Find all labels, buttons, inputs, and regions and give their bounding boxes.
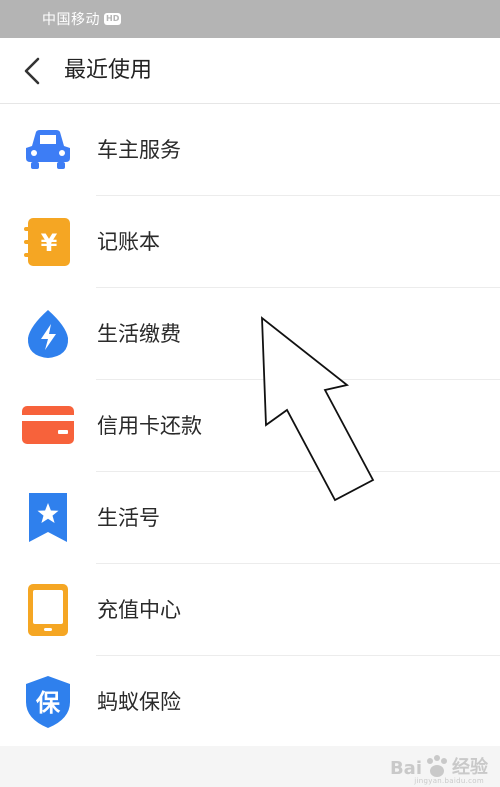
list-item-credit-card-repayment[interactable]: 信用卡还款 bbox=[0, 380, 500, 472]
credit-card-icon bbox=[22, 406, 74, 444]
watermark-text-left: Bai bbox=[389, 758, 422, 779]
item-label: 记账本 bbox=[97, 230, 160, 254]
watermark-url: jingyan.baidu.com bbox=[414, 777, 484, 785]
car-icon bbox=[26, 130, 70, 169]
item-label: 信用卡还款 bbox=[97, 414, 202, 438]
page-title: 最近使用 bbox=[64, 58, 153, 83]
status-bar: 中国移动 HD bbox=[0, 0, 500, 38]
tablet-icon bbox=[28, 584, 68, 636]
item-label: 车主服务 bbox=[97, 138, 181, 162]
paw-icon bbox=[427, 755, 447, 777]
svg-text:¥: ¥ bbox=[41, 229, 58, 257]
list-item-account-book[interactable]: ¥ 记账本 bbox=[0, 196, 500, 288]
header: 最近使用 bbox=[0, 38, 500, 104]
carrier-name: 中国移动 bbox=[42, 12, 100, 28]
watermark-logo: Bai 经验 jingyan.baidu.com bbox=[389, 753, 488, 785]
item-label: 生活号 bbox=[97, 506, 160, 530]
list-item-ant-insurance[interactable]: 保 蚂蚁保险 bbox=[0, 656, 500, 748]
notebook-yuan-icon: ¥ bbox=[24, 218, 70, 266]
watermark-text-right: 经验 bbox=[452, 757, 488, 778]
list-item-life-account[interactable]: 生活号 bbox=[0, 472, 500, 564]
shield-bao-icon: 保 bbox=[26, 676, 70, 728]
list-item-bill-payment[interactable]: 生活缴费 bbox=[0, 288, 500, 380]
recent-list: 车主服务 ¥ 记账本 生活缴费 信用卡还款 生活号 充值中心 保 蚂蚁保险 bbox=[0, 104, 500, 746]
list-item-car-service[interactable]: 车主服务 bbox=[0, 104, 500, 196]
item-label: 蚂蚁保险 bbox=[97, 690, 181, 714]
list-item-recharge-center[interactable]: 充值中心 bbox=[0, 564, 500, 656]
annotation-arrow-icon bbox=[261, 316, 375, 502]
item-label: 充值中心 bbox=[97, 598, 181, 622]
svg-text:保: 保 bbox=[35, 689, 61, 717]
lightning-drop-icon bbox=[27, 310, 69, 358]
hd-badge: HD bbox=[104, 13, 122, 25]
star-bookmark-icon bbox=[29, 493, 67, 542]
item-label: 生活缴费 bbox=[97, 322, 181, 346]
chevron-left-icon[interactable] bbox=[18, 56, 46, 86]
